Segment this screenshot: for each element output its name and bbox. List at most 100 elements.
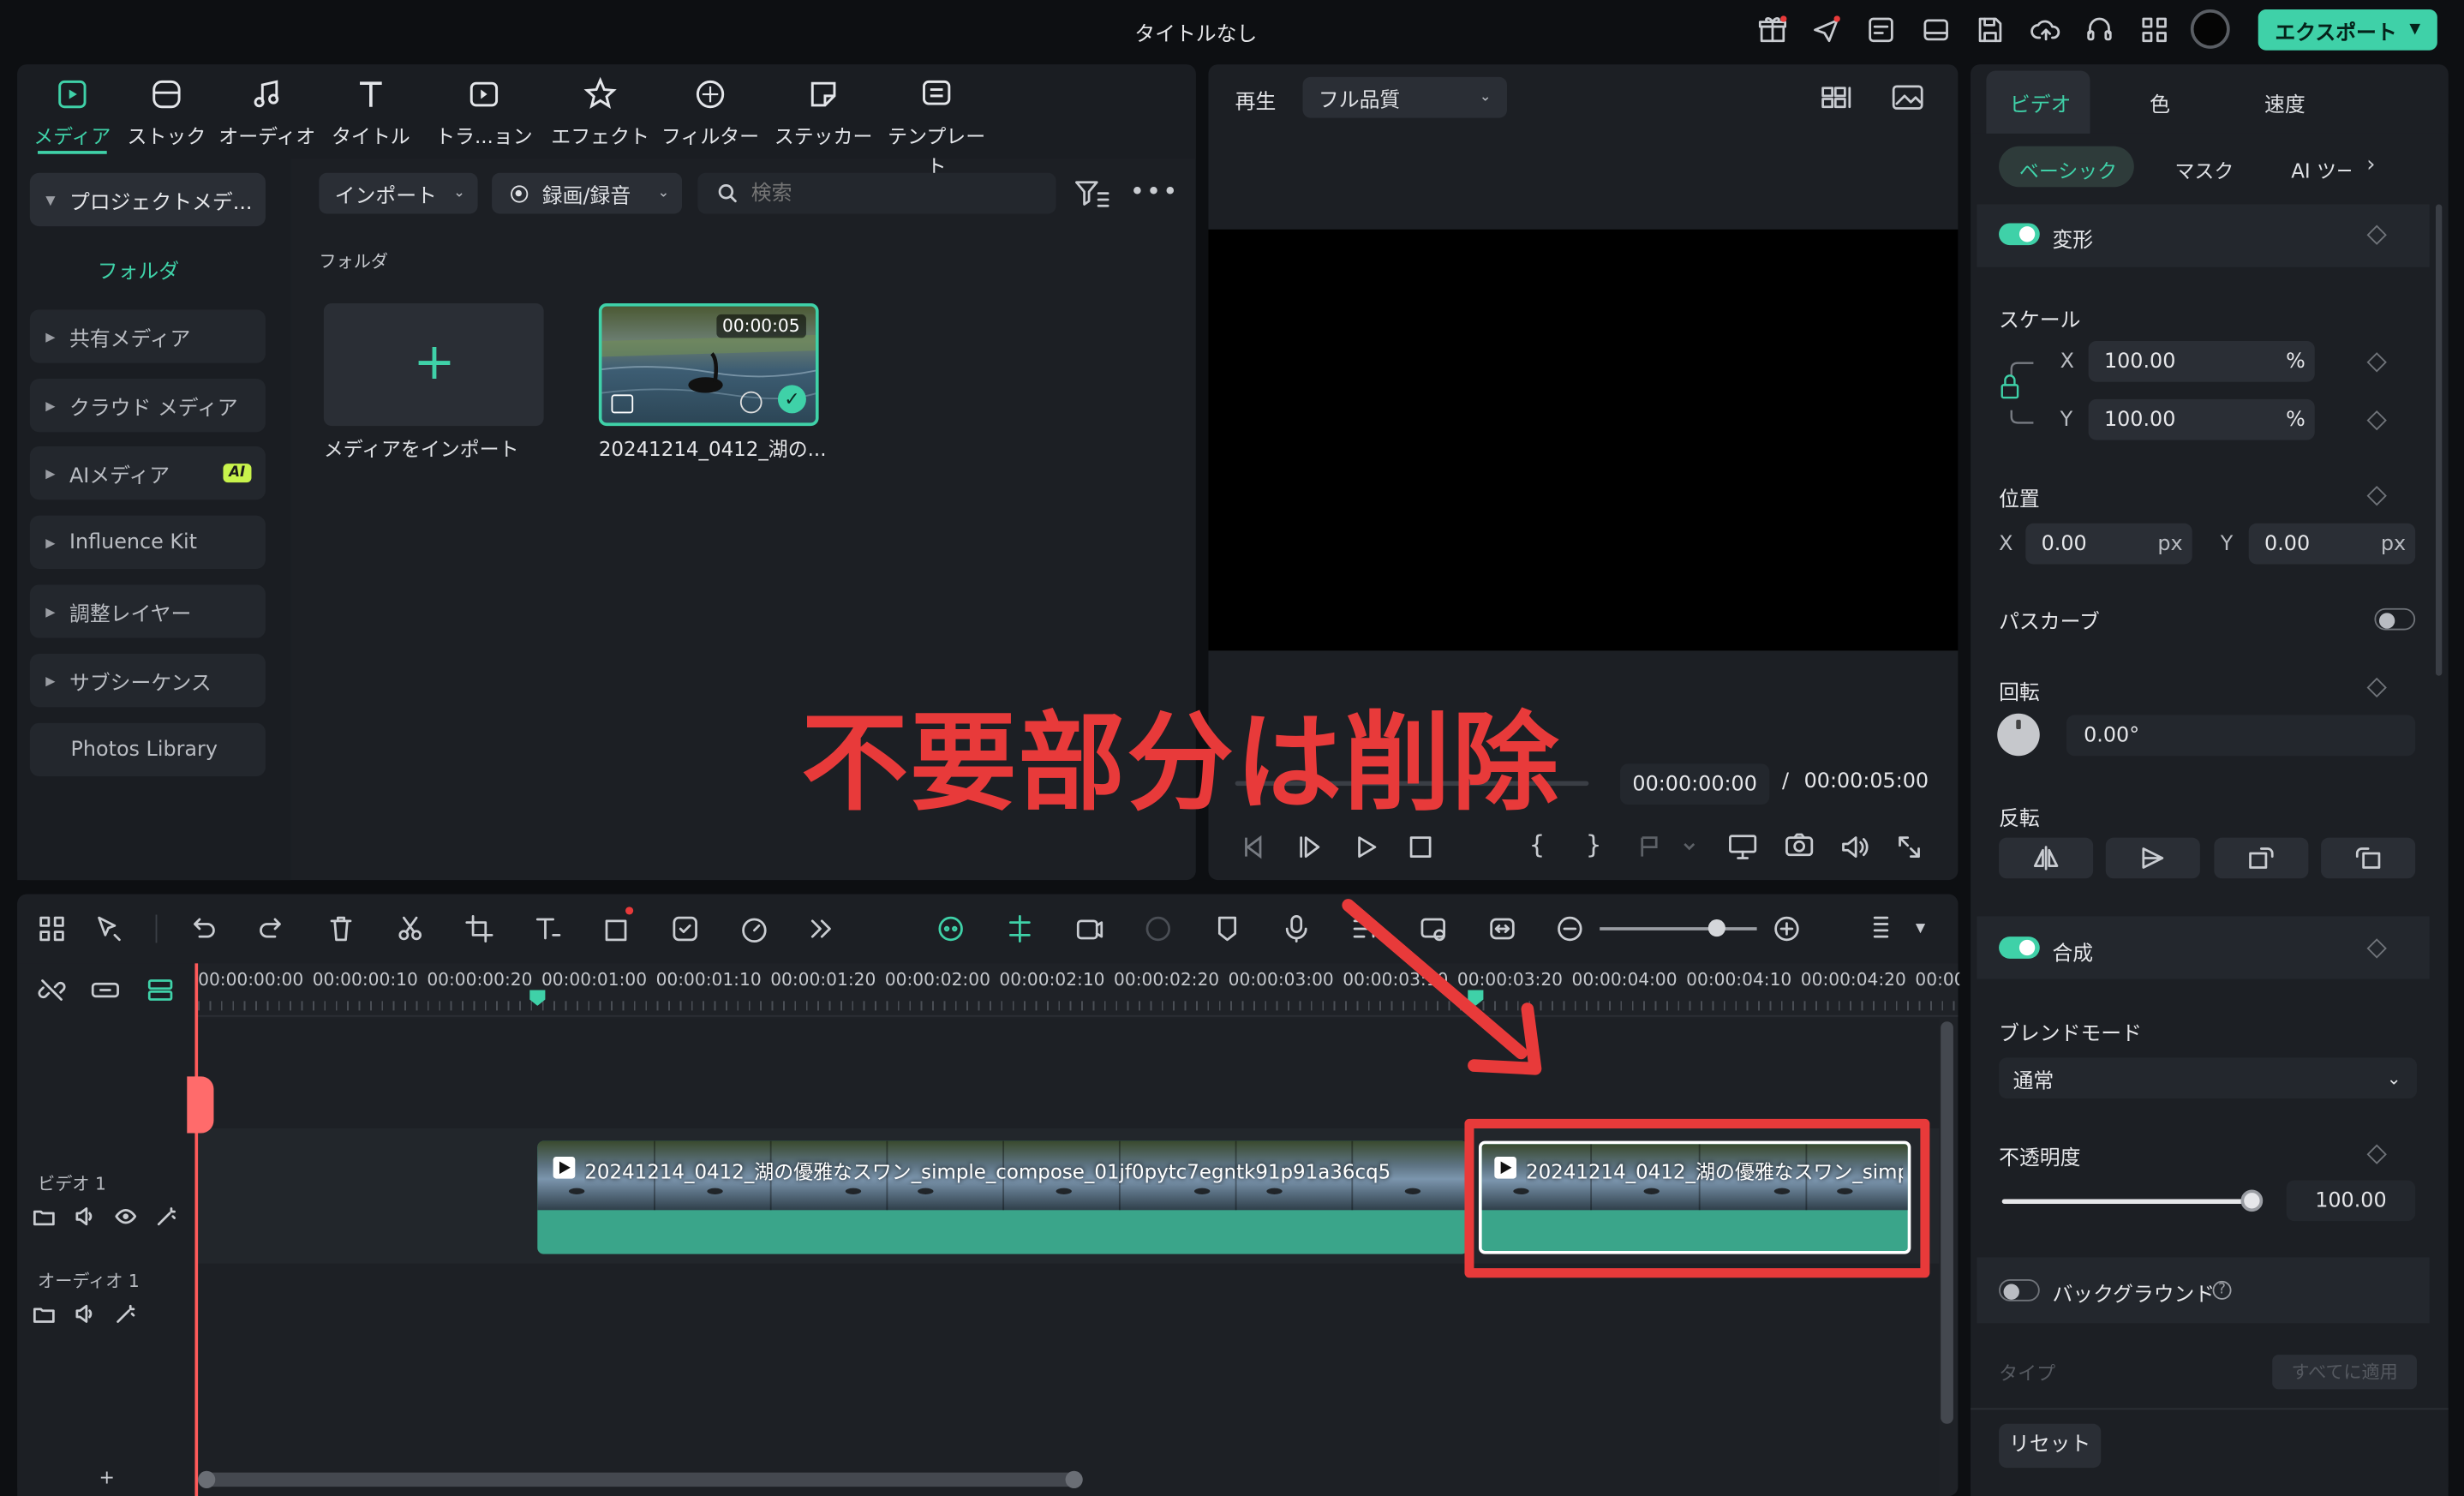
fullscreen-icon[interactable]: [1895, 833, 1923, 861]
export-button[interactable]: エクスポート ▼: [2258, 9, 2437, 51]
play-icon[interactable]: [1351, 833, 1379, 861]
marker-shield-icon[interactable]: [1211, 913, 1243, 945]
track-height-icon[interactable]: [1865, 913, 1897, 945]
scale-y-field[interactable]: 100.00%: [2088, 398, 2315, 440]
ai-assistant-icon[interactable]: [935, 913, 966, 945]
rotation-field[interactable]: 0.00°: [2066, 715, 2416, 757]
path-curve-toggle[interactable]: [2374, 607, 2416, 631]
properties-vscroll[interactable]: [2435, 204, 2443, 676]
quality-dropdown[interactable]: フル品質 ⌄: [1302, 76, 1507, 118]
more-tools-icon[interactable]: [804, 913, 836, 945]
sidebar-item-5[interactable]: ▶ 調整レイヤー: [29, 584, 266, 638]
rotate-right-button[interactable]: [2214, 837, 2309, 879]
sidebar-photos-library[interactable]: Photos Library: [29, 722, 266, 777]
tab-stock[interactable]: ストック: [110, 72, 223, 147]
grid-view-icon[interactable]: [1820, 83, 1857, 111]
tab-title[interactable]: タイトル: [314, 72, 428, 147]
zoom-slider-thumb[interactable]: [1707, 919, 1725, 937]
timeline-vscroll[interactable]: [1941, 1021, 1953, 1424]
video-clip-1[interactable]: 20241214_0412_湖の優雅なスワン_simple_compose_01…: [537, 1140, 1468, 1254]
rotate-left-button[interactable]: [2321, 837, 2416, 879]
camera-icon[interactable]: [1784, 831, 1815, 859]
next-frame-icon[interactable]: [1296, 833, 1325, 861]
flip-vertical-button[interactable]: [2105, 837, 2200, 879]
sidebar-project-media[interactable]: ▼ プロジェクトメデ...: [29, 172, 266, 227]
chevron-down-icon[interactable]: ▼: [1916, 921, 1925, 936]
properties-tab-2[interactable]: 色: [2150, 88, 2170, 118]
microphone-icon[interactable]: [1281, 913, 1313, 945]
tab-transition[interactable]: トラ...ョン: [428, 72, 541, 147]
properties-tab-3[interactable]: 速度: [2264, 88, 2306, 118]
gift-icon[interactable]: [1757, 15, 1789, 46]
playhead-handle[interactable]: [187, 1076, 214, 1134]
scissors-icon[interactable]: [394, 913, 426, 945]
opacity-slider-thumb[interactable]: [2240, 1189, 2264, 1212]
track-volume-icon[interactable]: [74, 1303, 96, 1325]
sidebar-item-6[interactable]: ▶ サブシーケンス: [29, 654, 266, 708]
properties-tab-1[interactable]: ビデオ: [2010, 88, 2072, 118]
search-box[interactable]: [697, 172, 1056, 214]
headset-icon[interactable]: [2084, 15, 2115, 46]
opacity-slider-track[interactable]: [2001, 1199, 2252, 1204]
tab-filter[interactable]: フィルター: [654, 72, 767, 147]
playhead-line[interactable]: [194, 963, 199, 1496]
sidebar-item-1[interactable]: ▶ 共有メディア: [29, 309, 266, 363]
link-clip-icon[interactable]: [90, 976, 122, 1004]
mark-in-icon[interactable]: {: [1529, 829, 1546, 859]
sidebar-item-2[interactable]: ▶ クラウド メディア: [29, 379, 266, 433]
ai-cutout-icon[interactable]: [669, 913, 701, 945]
cloud-upload-icon[interactable]: [2030, 15, 2062, 46]
shape-icon[interactable]: [601, 913, 633, 945]
image-snapshot-icon[interactable]: [1891, 81, 1925, 113]
speed-icon[interactable]: [739, 913, 770, 945]
pos-y-field[interactable]: 0.00 px: [2248, 523, 2416, 565]
sidebar-folder[interactable]: フォルダ: [98, 254, 179, 284]
folder-lock-icon[interactable]: [33, 1303, 56, 1325]
apps-grid-icon[interactable]: [2138, 15, 2170, 46]
more-options-icon[interactable]: •••: [1130, 176, 1179, 206]
import-dropdown[interactable]: インポート ⌄: [319, 172, 478, 214]
help-icon[interactable]: ?: [2212, 1280, 2232, 1300]
opacity-field[interactable]: 100.00: [2286, 1180, 2416, 1222]
filter-sort-icon[interactable]: [1075, 179, 1109, 207]
apply-all-button[interactable]: すべてに適用: [2272, 1355, 2417, 1390]
properties-subtab-1[interactable]: ベーシック: [2019, 154, 2117, 184]
tab-audio[interactable]: オーディオ: [211, 72, 324, 147]
save-icon[interactable]: [1974, 15, 2006, 46]
text-tool-icon[interactable]: [531, 913, 563, 945]
mark-out-icon[interactable]: }: [1586, 829, 1602, 859]
subtab-next-icon[interactable]: ›: [2366, 153, 2375, 177]
magic-wand-icon[interactable]: [156, 1206, 178, 1228]
sidebar-item-4[interactable]: ▶ Influence Kit: [29, 515, 266, 569]
scale-x-field[interactable]: 100.00%: [2088, 341, 2315, 382]
rotation-dial[interactable]: [1997, 713, 2040, 757]
stop-icon[interactable]: [1407, 833, 1435, 861]
crop-icon[interactable]: [463, 913, 495, 945]
folder-lock-icon[interactable]: [33, 1206, 56, 1228]
undo-icon[interactable]: [187, 913, 218, 945]
display-monitor-icon[interactable]: [1727, 833, 1759, 861]
redo-icon[interactable]: [256, 913, 288, 945]
flip-horizontal-button[interactable]: [1999, 837, 2094, 879]
volume-icon[interactable]: [1839, 833, 1870, 861]
disabled-ai-icon[interactable]: [1142, 913, 1174, 945]
media-clip-thumbnail[interactable]: 00:00:05 ✓: [598, 302, 819, 427]
search-input[interactable]: [751, 179, 1034, 208]
tab-template[interactable]: テンプレート: [880, 72, 993, 177]
properties-subtab-3[interactable]: AI ツー: [2291, 154, 2351, 184]
eye-icon[interactable]: [115, 1206, 137, 1228]
track-volume-icon[interactable]: [74, 1206, 96, 1228]
unlink-icon[interactable]: [38, 976, 66, 1004]
track-manage-icon[interactable]: [145, 976, 176, 1004]
delete-icon[interactable]: [326, 913, 357, 945]
avatar[interactable]: [2190, 9, 2230, 49]
magic-wand-icon[interactable]: [115, 1303, 137, 1325]
properties-subtab-2[interactable]: マスク: [2175, 154, 2234, 184]
prev-frame-icon[interactable]: [1240, 833, 1268, 861]
select-arrow-icon[interactable]: [93, 913, 124, 945]
reset-button[interactable]: リセット: [1999, 1423, 2102, 1469]
pos-x-field[interactable]: 0.00 px: [2025, 523, 2192, 565]
send-icon[interactable]: [1810, 15, 1842, 46]
notes-icon[interactable]: [1865, 15, 1897, 46]
snap-icon[interactable]: [1004, 913, 1036, 945]
